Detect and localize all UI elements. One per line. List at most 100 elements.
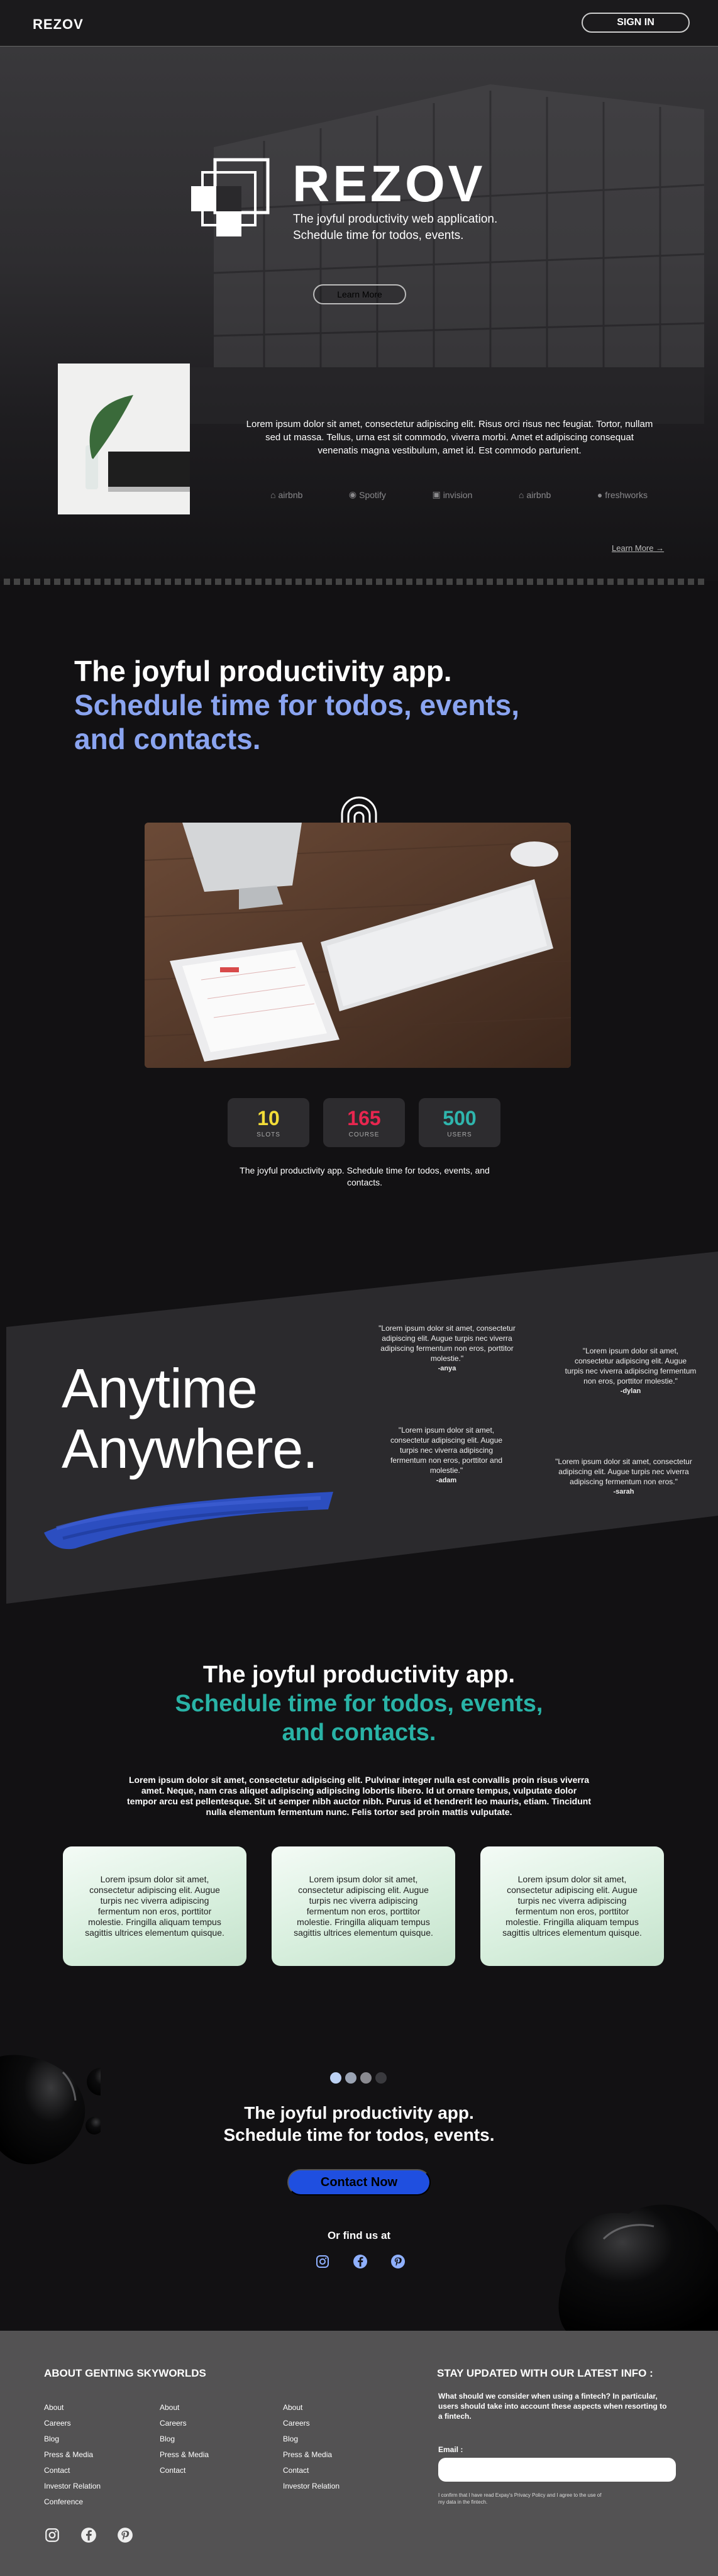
liquid-blob-right — [558, 2204, 718, 2331]
footer-links-col-2: About Careers Blog Press & Media Contact — [160, 2400, 209, 2479]
footer: ABOUT GENTING SKYWORLDS About Careers Bl… — [0, 2331, 718, 2576]
testimonial-text: "Lorem ipsum dolor sit amet, consectetur… — [555, 1457, 692, 1486]
page: REZOV SIGN IN REZOV The joyful productiv… — [0, 0, 718, 2576]
subscribe-heading: STAY UPDATED WITH OUR LATEST INFO : — [437, 2367, 653, 2379]
brand-logo[interactable]: REZOV — [33, 16, 84, 33]
footer-social-links — [44, 2527, 133, 2543]
feature-card: Lorem ipsum dolor sit amet, consectetur … — [480, 1846, 664, 1966]
instagram-icon[interactable] — [44, 2527, 60, 2543]
email-input[interactable] — [438, 2458, 676, 2482]
stat-value: 500 — [443, 1107, 477, 1130]
footer-link[interactable]: Contact — [160, 2463, 209, 2479]
section2-heading-line-2: Schedule time for todos, events, — [74, 689, 520, 721]
partner-logo-spotify: ◉ Spotify — [348, 489, 386, 500]
stat-card-users: 500 USERS — [419, 1098, 500, 1147]
footer-link[interactable]: About — [44, 2400, 101, 2416]
feature-cards: Lorem ipsum dolor sit amet, consectetur … — [63, 1846, 664, 1966]
airbnb-icon: ⌂ — [270, 489, 276, 500]
footer-link[interactable]: Press & Media — [160, 2447, 209, 2463]
cta-heading-line-2: Schedule time for todos, events. — [223, 2125, 495, 2145]
section4-paragraph: Lorem ipsum dolor sit amet, consectetur … — [127, 1775, 591, 1817]
learn-more-link[interactable]: Learn More → — [612, 543, 664, 553]
plant-laptop-image — [58, 364, 190, 514]
footer-link[interactable]: Contact — [283, 2463, 340, 2479]
hero-subtitle-line-1: The joyful productivity web application. — [293, 213, 498, 226]
pinterest-icon[interactable] — [390, 2254, 406, 2269]
footer-link[interactable]: Careers — [44, 2416, 101, 2431]
hero-title: REZOV — [292, 155, 486, 213]
anytime-anywhere-heading: Anytime Anywhere. — [62, 1358, 318, 1479]
cta-heading: The joyful productivity app. Schedule ti… — [0, 2102, 718, 2146]
footer-heading: ABOUT GENTING SKYWORLDS — [44, 2367, 206, 2379]
anytime-heading-line-1: Anytime — [62, 1357, 258, 1419]
section2-heading-line-1: The joyful productivity app. — [74, 655, 452, 687]
section4-heading: The joyful productivity app. Schedule ti… — [0, 1660, 718, 1747]
testimonial-anya: "Lorem ipsum dolor sit amet, consectetur… — [377, 1323, 517, 1374]
carousel-dot[interactable] — [360, 2072, 372, 2084]
section2-caption: The joyful productivity app. Schedule ti… — [240, 1165, 490, 1187]
freshworks-icon: ● — [597, 489, 603, 500]
stat-label: USERS — [447, 1131, 472, 1138]
footer-link[interactable]: Careers — [160, 2416, 209, 2431]
testimonial-adam: "Lorem ipsum dolor sit amet, consectetur… — [384, 1425, 509, 1485]
footer-link[interactable]: Careers — [283, 2416, 340, 2431]
sign-in-button[interactable]: SIGN IN — [582, 13, 690, 33]
footer-link[interactable]: Press & Media — [44, 2447, 101, 2463]
subscribe-text: What should we consider when using a fin… — [438, 2392, 667, 2421]
carousel-dot[interactable] — [375, 2072, 387, 2084]
footer-link[interactable]: About — [160, 2400, 209, 2416]
footer-link[interactable]: Blog — [44, 2431, 101, 2447]
facebook-icon[interactable] — [80, 2527, 97, 2543]
pinterest-icon[interactable] — [117, 2527, 133, 2543]
testimonial-text: "Lorem ipsum dolor sit amet, consectetur… — [378, 1324, 516, 1363]
footer-link[interactable]: Investor Relation — [44, 2479, 101, 2494]
footer-link[interactable]: Contact — [44, 2463, 101, 2479]
cta-social-links — [315, 2254, 406, 2269]
footer-link[interactable]: Investor Relation — [283, 2479, 340, 2494]
feature-card: Lorem ipsum dolor sit amet, consectetur … — [272, 1846, 455, 1966]
progress-strip — [0, 579, 718, 589]
stat-label: COURSE — [348, 1131, 380, 1138]
testimonial-author: -sarah — [613, 1488, 634, 1496]
partner-logos: ⌂ airbnb ◉ Spotify ▣ invision ⌂ airbnb ● fres… — [270, 489, 648, 500]
privacy-fine-print: I confirm that I have read Expay's Priva… — [438, 2492, 602, 2505]
partner-logo-airbnb: ⌂ airbnb — [270, 489, 303, 500]
hero-subtitle-line-2: Schedule time for todos, events. — [293, 229, 464, 242]
find-us-label: Or find us at — [327, 2229, 391, 2241]
carousel-dot-active[interactable] — [330, 2072, 341, 2084]
invision-icon: ▣ — [432, 489, 441, 499]
testimonial-author: -dylan — [620, 1387, 641, 1395]
carousel-dot[interactable] — [345, 2072, 356, 2084]
stat-card-slots: 10 SLOTS — [228, 1098, 309, 1147]
footer-link[interactable]: Conference — [44, 2494, 101, 2510]
airbnb-icon: ⌂ — [518, 489, 524, 500]
hero-section: REZOV The joyful productivity web applic… — [0, 47, 718, 581]
footer-link[interactable]: About — [283, 2400, 340, 2416]
testimonial-author: -adam — [436, 1477, 457, 1484]
hero-subtitle: The joyful productivity web application.… — [293, 211, 544, 244]
rezov-logo-icon — [191, 158, 270, 236]
building-background-image — [138, 84, 704, 424]
footer-links-col-3: About Careers Blog Press & Media Contact… — [283, 2400, 340, 2494]
facebook-icon[interactable] — [353, 2254, 368, 2269]
footer-links-col-1: About Careers Blog Press & Media Contact… — [44, 2400, 101, 2510]
spotify-icon: ◉ — [348, 489, 357, 499]
testimonial-author: -anya — [438, 1365, 456, 1372]
feature-card: Lorem ipsum dolor sit amet, consectetur … — [63, 1846, 246, 1966]
hero-paragraph: Lorem ipsum dolor sit amet, consectetur … — [246, 419, 653, 456]
top-nav: REZOV SIGN IN — [0, 0, 718, 47]
footer-link[interactable]: Press & Media — [283, 2447, 340, 2463]
footer-link[interactable]: Blog — [283, 2431, 340, 2447]
partner-logo-airbnb-2: ⌂ airbnb — [518, 489, 551, 500]
partner-logo-freshworks: ● freshworks — [597, 489, 648, 500]
learn-more-button[interactable]: Learn More — [313, 284, 406, 304]
instagram-icon[interactable] — [315, 2254, 330, 2269]
testimonial-text: "Lorem ipsum dolor sit amet, consectetur… — [390, 1426, 503, 1475]
stat-value: 165 — [347, 1107, 381, 1130]
section4-heading-line-1: The joyful productivity app. — [202, 1662, 516, 1688]
section2-heading-line-3: and contacts. — [74, 723, 261, 755]
contact-now-button[interactable]: Contact Now — [287, 2169, 431, 2196]
anytime-heading-line-2: Anywhere. — [62, 1418, 318, 1480]
blue-brush-stroke — [44, 1492, 333, 1550]
footer-link[interactable]: Blog — [160, 2431, 209, 2447]
